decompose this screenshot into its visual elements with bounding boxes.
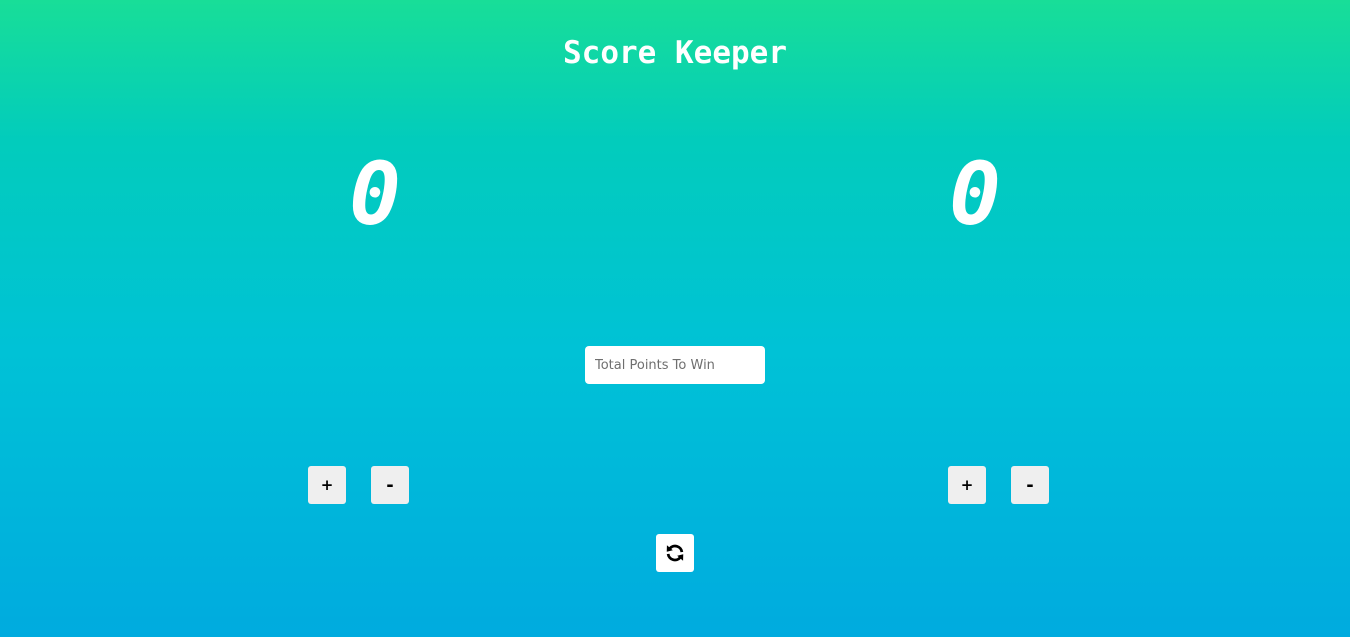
player-2-decrement-button[interactable]: - xyxy=(1011,466,1049,504)
player-1-increment-button[interactable]: + xyxy=(308,466,346,504)
player-1-score: 0 xyxy=(349,145,401,245)
refresh-icon xyxy=(664,542,686,564)
player-2-score: 0 xyxy=(949,145,1001,245)
total-points-input[interactable] xyxy=(585,346,765,384)
page-title: Score Keeper xyxy=(563,34,787,71)
player-1-decrement-button[interactable]: - xyxy=(371,466,409,504)
player-2-increment-button[interactable]: + xyxy=(948,466,986,504)
reset-button[interactable] xyxy=(656,534,694,572)
